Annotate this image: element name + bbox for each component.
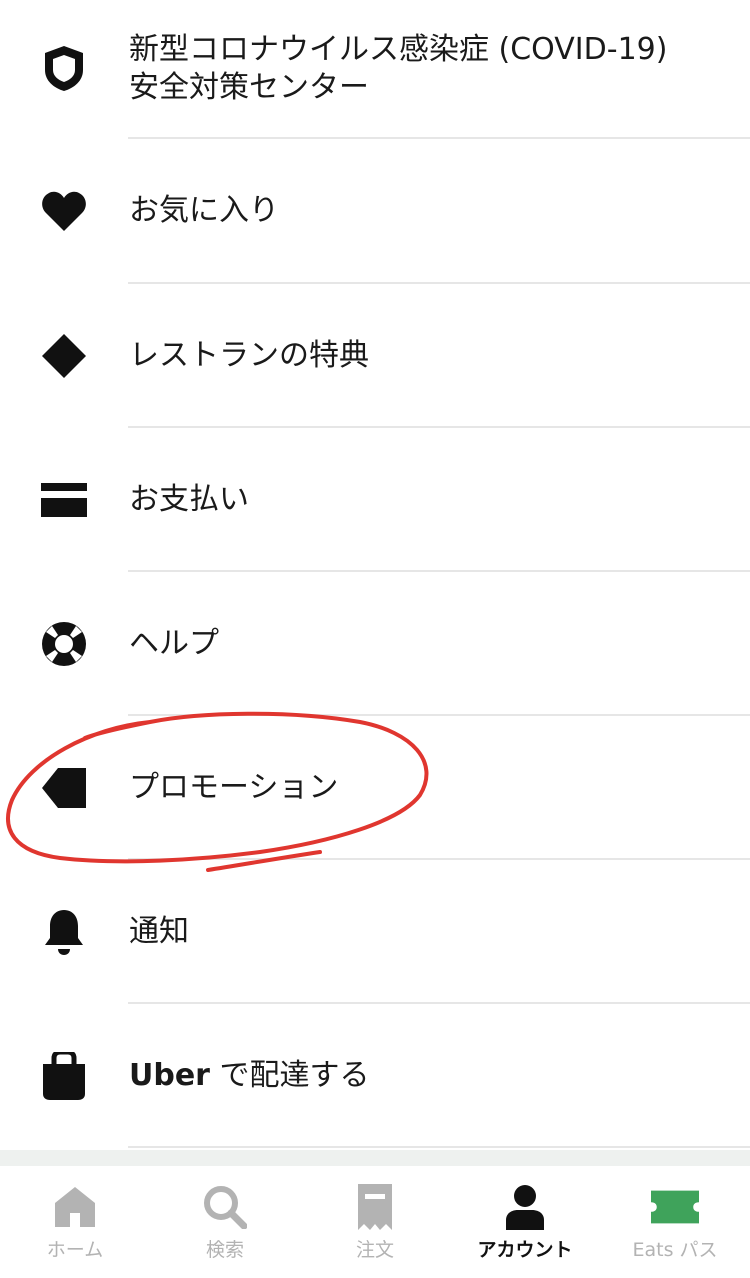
tab-orders[interactable]: 注文 bbox=[300, 1166, 450, 1278]
credit-card-icon bbox=[40, 476, 88, 524]
shield-icon bbox=[40, 44, 88, 92]
tab-home[interactable]: ホーム bbox=[0, 1166, 150, 1278]
menu-item-help[interactable]: ヘルプ bbox=[0, 572, 750, 715]
menu-item-payment[interactable]: お支払い bbox=[0, 428, 750, 571]
uber-wordmark-text: Uber bbox=[129, 1058, 210, 1093]
menu-item-notifications[interactable]: 通知 bbox=[0, 860, 750, 1003]
bag-icon bbox=[40, 1052, 88, 1100]
tab-account[interactable]: アカウント bbox=[450, 1166, 600, 1278]
menu-item-deliver-with-uber[interactable]: Uber で配達する bbox=[0, 1004, 750, 1147]
menu-item-label-rest: で配達する bbox=[209, 1058, 370, 1093]
tab-label: Eats パス bbox=[632, 1239, 718, 1261]
heart-icon bbox=[40, 187, 88, 235]
menu-item-label: プロモーション bbox=[129, 770, 339, 805]
person-icon bbox=[501, 1184, 549, 1230]
tab-label: 検索 bbox=[205, 1239, 244, 1261]
menu-item-label: 新型コロナウイルス感染症 (COVID-19) bbox=[129, 32, 668, 67]
menu-item-label: お気に入り bbox=[129, 193, 279, 228]
tag-icon bbox=[40, 764, 88, 812]
divider bbox=[128, 1146, 750, 1148]
home-icon bbox=[51, 1184, 99, 1230]
tab-label: 注文 bbox=[355, 1239, 394, 1261]
bottom-tab-bar: ホーム 検索 注文 アカウント Eats パス bbox=[0, 1166, 750, 1278]
menu-item-label: レストランの特典 bbox=[129, 338, 369, 373]
tab-eats-pass[interactable]: Eats パス bbox=[600, 1166, 750, 1278]
lifebuoy-icon bbox=[40, 620, 88, 668]
tab-label: ホーム bbox=[46, 1239, 104, 1261]
menu-item-promotions[interactable]: プロモーション bbox=[0, 716, 750, 859]
menu-item-favorites[interactable]: お気に入り bbox=[0, 139, 750, 283]
menu-item-covid-safety[interactable]: 新型コロナウイルス感染症 (COVID-19) 安全対策センター bbox=[0, 0, 750, 138]
tab-search[interactable]: 検索 bbox=[150, 1166, 300, 1278]
search-icon bbox=[201, 1184, 249, 1230]
menu-item-label: Uber で配達する bbox=[129, 1056, 370, 1096]
menu-item-label: お支払い bbox=[129, 482, 249, 517]
menu-item-label: 通知 bbox=[129, 914, 189, 949]
menu-item-restaurant-perks[interactable]: レストランの特典 bbox=[0, 284, 750, 427]
bell-icon bbox=[40, 908, 88, 956]
diamond-icon bbox=[40, 332, 88, 380]
ticket-icon bbox=[651, 1184, 699, 1230]
menu-item-label: ヘルプ bbox=[129, 626, 219, 661]
tab-label: アカウント bbox=[477, 1239, 573, 1261]
menu-item-label-line2: 安全対策センター bbox=[129, 70, 369, 105]
tabbar-separator bbox=[0, 1150, 750, 1166]
receipt-icon bbox=[351, 1184, 399, 1230]
